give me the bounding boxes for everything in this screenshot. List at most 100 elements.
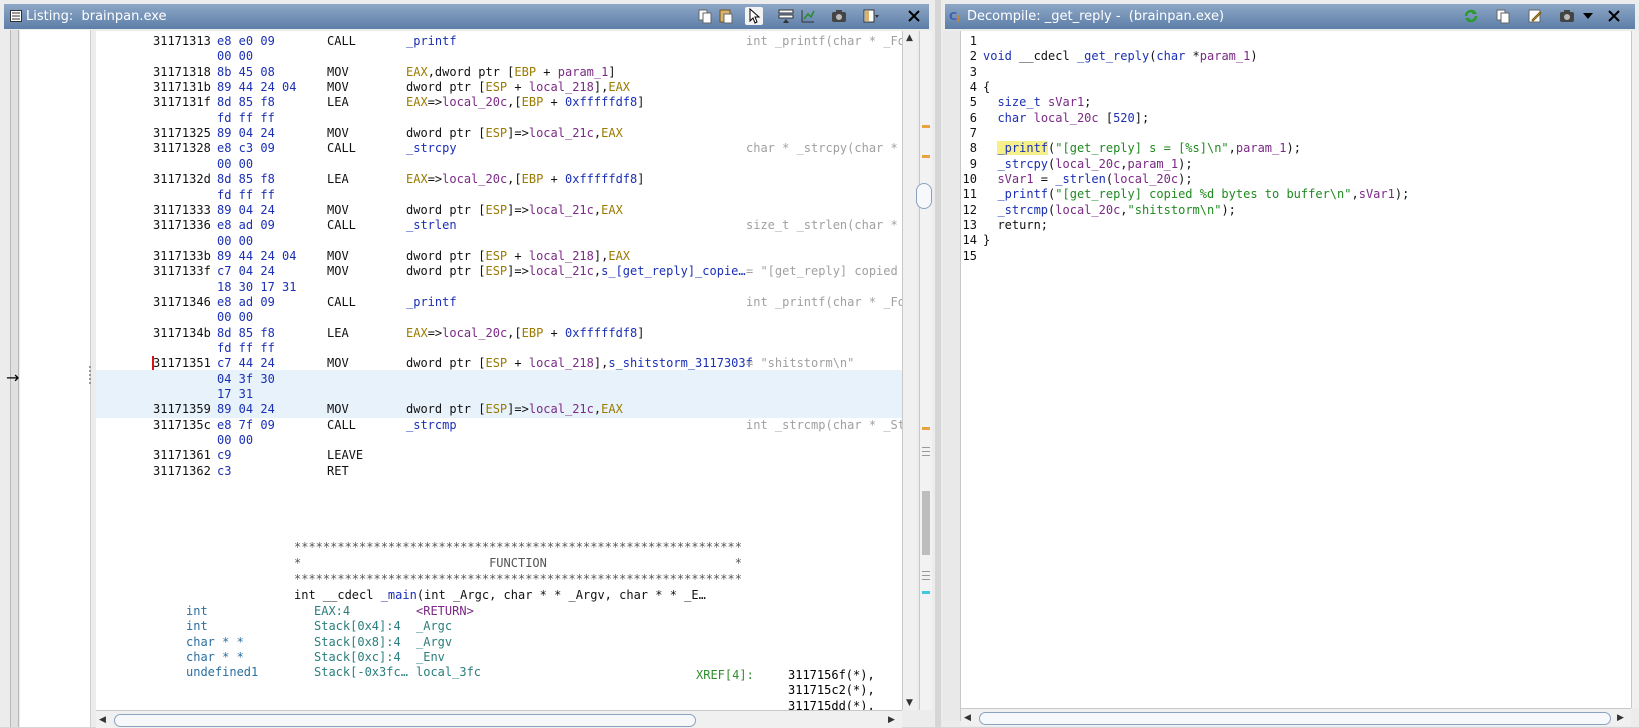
- parameter-row[interactable]: int EAX:4 <RETURN>: [96, 603, 902, 619]
- listing-row[interactable]: 00 00: [96, 48, 902, 64]
- listing-row[interactable]: 31171313 e8 e0 09 CALL _printf int _printf(c…: [96, 33, 902, 49]
- instruction-address[interactable]: 31171362: [153, 463, 211, 479]
- code-token[interactable]: _strcmp: [997, 203, 1048, 217]
- copy-icon[interactable]: [696, 7, 714, 25]
- listing-row[interactable]: 18 30 17 31: [96, 279, 902, 295]
- code-token[interactable]: char: [997, 111, 1026, 125]
- close-icon[interactable]: [1605, 7, 1623, 25]
- overview-marker[interactable]: [922, 125, 930, 128]
- snapshot-icon[interactable]: [1558, 7, 1576, 25]
- instruction-address[interactable]: 31171336: [153, 217, 211, 233]
- code-token[interactable]: local_20c: [1055, 157, 1120, 171]
- operand-token[interactable]: EAX: [608, 249, 630, 263]
- operand-token[interactable]: EBP: [522, 95, 544, 109]
- listing-row[interactable]: 31171336 e8 ad 09 CALL _strlen size_t _strle…: [96, 217, 902, 233]
- parameter-row[interactable]: char * * Stack[0xc]:4 _Env: [96, 649, 902, 665]
- instruction-address[interactable]: 31171361: [153, 447, 211, 463]
- instruction-address[interactable]: 3117131f: [153, 94, 211, 110]
- signature-function-name[interactable]: _main: [381, 588, 417, 602]
- decompile-line[interactable]: 8 _printf("[get_reply] s = [%s]\n",param…: [961, 140, 1631, 156]
- scroll-left-icon[interactable]: ◀: [964, 713, 971, 723]
- instruction-operands[interactable]: _printf: [406, 294, 457, 310]
- instruction-address[interactable]: 3117133b: [153, 248, 211, 264]
- listing-row[interactable]: 00 00: [96, 432, 902, 448]
- code-text[interactable]: _strcpy(local_20c,param_1);: [983, 156, 1192, 172]
- overview-marker-cyan[interactable]: [922, 591, 930, 594]
- overview-marker[interactable]: [922, 155, 930, 158]
- code-text[interactable]: {: [983, 79, 990, 95]
- operand-token[interactable]: _printf: [406, 34, 457, 48]
- instruction-operands[interactable]: dword ptr [ESP]=>local_21c,EAX: [406, 125, 623, 141]
- operand-token[interactable]: 0xfffffdf8: [565, 172, 637, 186]
- operand-token[interactable]: local_20c: [442, 172, 507, 186]
- parameter-name[interactable]: local_3fc: [416, 664, 481, 680]
- operand-token[interactable]: local_20c: [442, 326, 507, 340]
- decompile-line[interactable]: 10 sVar1 = _strlen(local_20c);: [961, 171, 1631, 187]
- instruction-mnemonic[interactable]: MOV: [327, 355, 349, 371]
- parameter-row[interactable]: char * * Stack[0x8]:4 _Argv: [96, 634, 902, 650]
- instruction-mnemonic[interactable]: MOV: [327, 248, 349, 264]
- instruction-operands[interactable]: dword ptr [ESP]=>local_21c,s_[get_reply]…: [406, 263, 746, 279]
- listing-row[interactable]: 3117135c e8 7f 09 CALL _strcmp int _strcmp(c…: [96, 417, 902, 433]
- code-token[interactable]: _get_reply: [1077, 49, 1149, 63]
- listing-row[interactable]: fd ff ff: [96, 110, 902, 126]
- operand-token[interactable]: EBP: [514, 65, 536, 79]
- listing-row[interactable]: 3117131b 89 44 24 04 MOV dword ptr [ESP + l…: [96, 79, 902, 95]
- instruction-mnemonic[interactable]: LEA: [327, 171, 349, 187]
- listing-fields-icon[interactable]: [777, 7, 795, 25]
- scroll-right-icon[interactable]: ▶: [1617, 713, 1624, 723]
- flow-arrows-icon[interactable]: [799, 7, 817, 25]
- operand-token[interactable]: EAX: [601, 402, 623, 416]
- code-token[interactable]: char: [1156, 49, 1185, 63]
- code-text[interactable]: return;: [983, 217, 1048, 233]
- instruction-mnemonic[interactable]: MOV: [327, 263, 349, 279]
- decompile-vertical-scrollbar[interactable]: [1631, 31, 1639, 708]
- instruction-address[interactable]: 31171346: [153, 294, 211, 310]
- listing-row[interactable]: 00 00: [96, 233, 902, 249]
- listing-row[interactable]: 04 3f 30: [96, 371, 902, 387]
- listing-row[interactable]: 17 31: [96, 386, 902, 402]
- parameter-row[interactable]: undefined1 Stack[-0x3fc… local_3fc: [96, 664, 902, 680]
- decompile-line[interactable]: 13 return;: [961, 217, 1631, 233]
- instruction-address[interactable]: 31171313: [153, 33, 211, 49]
- decompile-line[interactable]: 9 _strcpy(local_20c,param_1);: [961, 156, 1631, 172]
- instruction-mnemonic[interactable]: CALL: [327, 33, 356, 49]
- listing-row[interactable]: fd ff ff: [96, 187, 902, 203]
- overview-viewport-thumb[interactable]: [916, 183, 932, 209]
- listing-row[interactable]: 3117131f 8d 85 f8 LEA EAX=>local_20c,[EBP +…: [96, 94, 902, 110]
- listing-horizontal-scrollbar[interactable]: ◀ ▶: [96, 710, 902, 728]
- instruction-mnemonic[interactable]: CALL: [327, 417, 356, 433]
- code-text[interactable]: }: [983, 232, 990, 248]
- code-token[interactable]: param_1: [1236, 141, 1287, 155]
- operand-token[interactable]: local_20c: [442, 95, 507, 109]
- instruction-mnemonic[interactable]: CALL: [327, 140, 356, 156]
- instruction-mnemonic[interactable]: MOV: [327, 202, 349, 218]
- code-text[interactable]: _printf("[get_reply] copied %d bytes to …: [983, 186, 1409, 202]
- overview-marker[interactable]: [922, 427, 930, 430]
- decompile-horizontal-scrollbar[interactable]: ◀ ▶: [961, 708, 1631, 726]
- cursor-select-icon[interactable]: [745, 7, 763, 25]
- instruction-address[interactable]: 31171333: [153, 202, 211, 218]
- refresh-icon[interactable]: [1462, 7, 1480, 25]
- copy-icon[interactable]: [1494, 7, 1512, 25]
- listing-row[interactable]: 31171359 89 04 24 MOV dword ptr [ESP]=>loca…: [96, 401, 902, 417]
- instruction-mnemonic[interactable]: LEA: [327, 94, 349, 110]
- decompile-line[interactable]: 1: [961, 33, 1631, 49]
- operand-token[interactable]: EAX: [406, 95, 428, 109]
- instruction-operands[interactable]: dword ptr [ESP]=>local_21c,EAX: [406, 401, 623, 417]
- listing-row[interactable]: 3117133f c7 04 24 MOV dword ptr [ESP]=>loca…: [96, 263, 902, 279]
- operand-token[interactable]: _printf: [406, 295, 457, 309]
- horizontal-scroll-thumb[interactable]: [979, 712, 1611, 725]
- instruction-operands[interactable]: dword ptr [ESP + local_218],EAX: [406, 79, 630, 95]
- instruction-mnemonic[interactable]: CALL: [327, 217, 356, 233]
- operand-token[interactable]: local_218: [529, 249, 594, 263]
- instruction-operands[interactable]: EAX,dword ptr [EBP + param_1]: [406, 64, 616, 80]
- instruction-address[interactable]: 3117133f: [153, 263, 211, 279]
- code-token[interactable]: param_1: [1200, 49, 1251, 63]
- operand-token[interactable]: 0xfffffdf8: [565, 95, 637, 109]
- listing-row[interactable]: fd ff ff: [96, 340, 902, 356]
- listing-row[interactable]: 31171325 89 04 24 MOV dword ptr [ESP]=>loca…: [96, 125, 902, 141]
- code-token[interactable]: param_1: [1128, 157, 1179, 171]
- instruction-address[interactable]: 3117135c: [153, 417, 211, 433]
- code-text[interactable]: size_t sVar1;: [983, 94, 1091, 110]
